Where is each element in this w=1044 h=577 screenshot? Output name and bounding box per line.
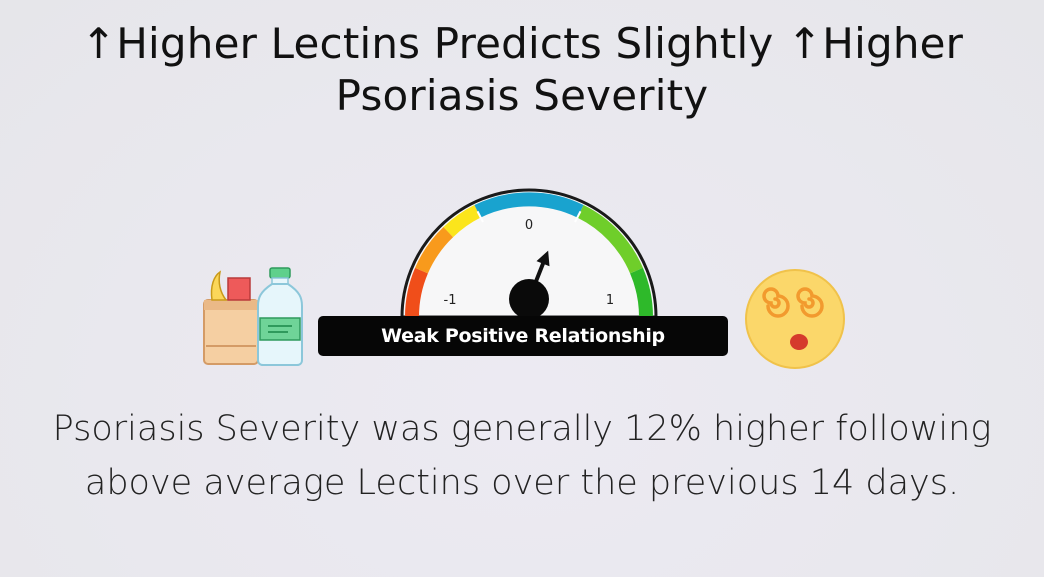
gauge-hub (509, 279, 549, 319)
groceries-icon (203, 267, 303, 366)
dizzy-face-icon (745, 269, 845, 369)
page-title: ↑Higher Lectins Predicts Slightly ↑Highe… (80, 19, 964, 120)
relationship-badge: Weak Positive Relationship (318, 316, 728, 356)
gauge-label-zero: 0 (525, 218, 533, 233)
gauge-label-max: 1 (606, 293, 614, 308)
correlation-gauge: 0 -1 1 (400, 188, 658, 319)
gauge-label-min: -1 (444, 293, 457, 308)
summary-text: Psoriasis Severity was generally 12% hig… (52, 409, 992, 503)
